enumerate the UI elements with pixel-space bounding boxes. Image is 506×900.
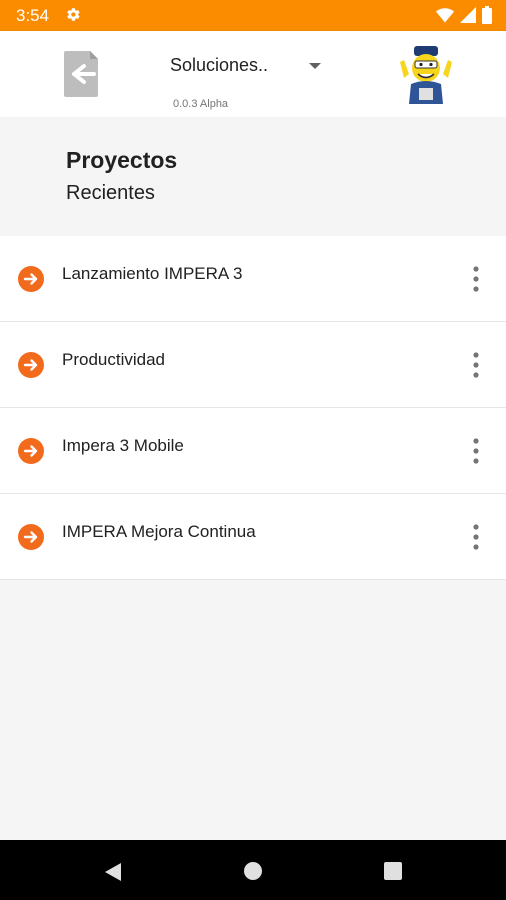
- system-navigation-bar: [0, 840, 506, 900]
- status-time: 3:54: [16, 6, 50, 25]
- empty-content-area: [0, 580, 506, 820]
- settings-gear-icon: [67, 8, 80, 21]
- dropdown-arrow-icon: [309, 63, 321, 69]
- list-item-label: Productividad: [62, 350, 166, 369]
- section-subtitle: Recientes: [66, 182, 155, 204]
- user-avatar[interactable]: [396, 44, 456, 104]
- more-vertical-icon[interactable]: [464, 436, 488, 466]
- arrow-circle-right-icon: [18, 524, 44, 550]
- wifi-icon: [436, 8, 454, 23]
- list-item-label: IMPERA Mejora Continua: [62, 522, 256, 541]
- nav-back-icon[interactable]: [103, 862, 123, 882]
- project-list: Lanzamiento IMPERA 3 Productividad Imper…: [0, 236, 506, 580]
- more-vertical-icon[interactable]: [464, 264, 488, 294]
- status-indicators: [436, 6, 492, 24]
- arrow-circle-right-icon: [18, 352, 44, 378]
- list-item-label: Impera 3 Mobile: [62, 436, 184, 455]
- list-item[interactable]: Lanzamiento IMPERA 3: [0, 236, 506, 322]
- app-title: Soluciones..: [170, 55, 269, 75]
- project-selector[interactable]: Soluciones..: [170, 55, 330, 79]
- section-title: Proyectos: [66, 147, 178, 173]
- battery-icon: [482, 6, 492, 24]
- app-version: 0.0.3 Alpha: [173, 98, 229, 110]
- nav-recents-icon[interactable]: [384, 862, 402, 880]
- status-bar: 3:54: [0, 0, 506, 31]
- arrow-circle-right-icon: [18, 266, 44, 292]
- list-item-label: Lanzamiento IMPERA 3: [62, 264, 243, 283]
- list-item[interactable]: IMPERA Mejora Continua: [0, 494, 506, 580]
- cell-signal-icon: [460, 7, 476, 23]
- app-bar: Soluciones.. 0.0.3 Alpha: [0, 31, 506, 117]
- section-header: Proyectos Recientes: [0, 117, 506, 235]
- nav-home-icon[interactable]: [244, 862, 262, 880]
- more-vertical-icon[interactable]: [464, 350, 488, 380]
- list-item[interactable]: Impera 3 Mobile: [0, 408, 506, 494]
- more-vertical-icon[interactable]: [464, 522, 488, 552]
- exit-to-app-icon[interactable]: [62, 51, 102, 97]
- arrow-circle-right-icon: [18, 438, 44, 464]
- list-item[interactable]: Productividad: [0, 322, 506, 408]
